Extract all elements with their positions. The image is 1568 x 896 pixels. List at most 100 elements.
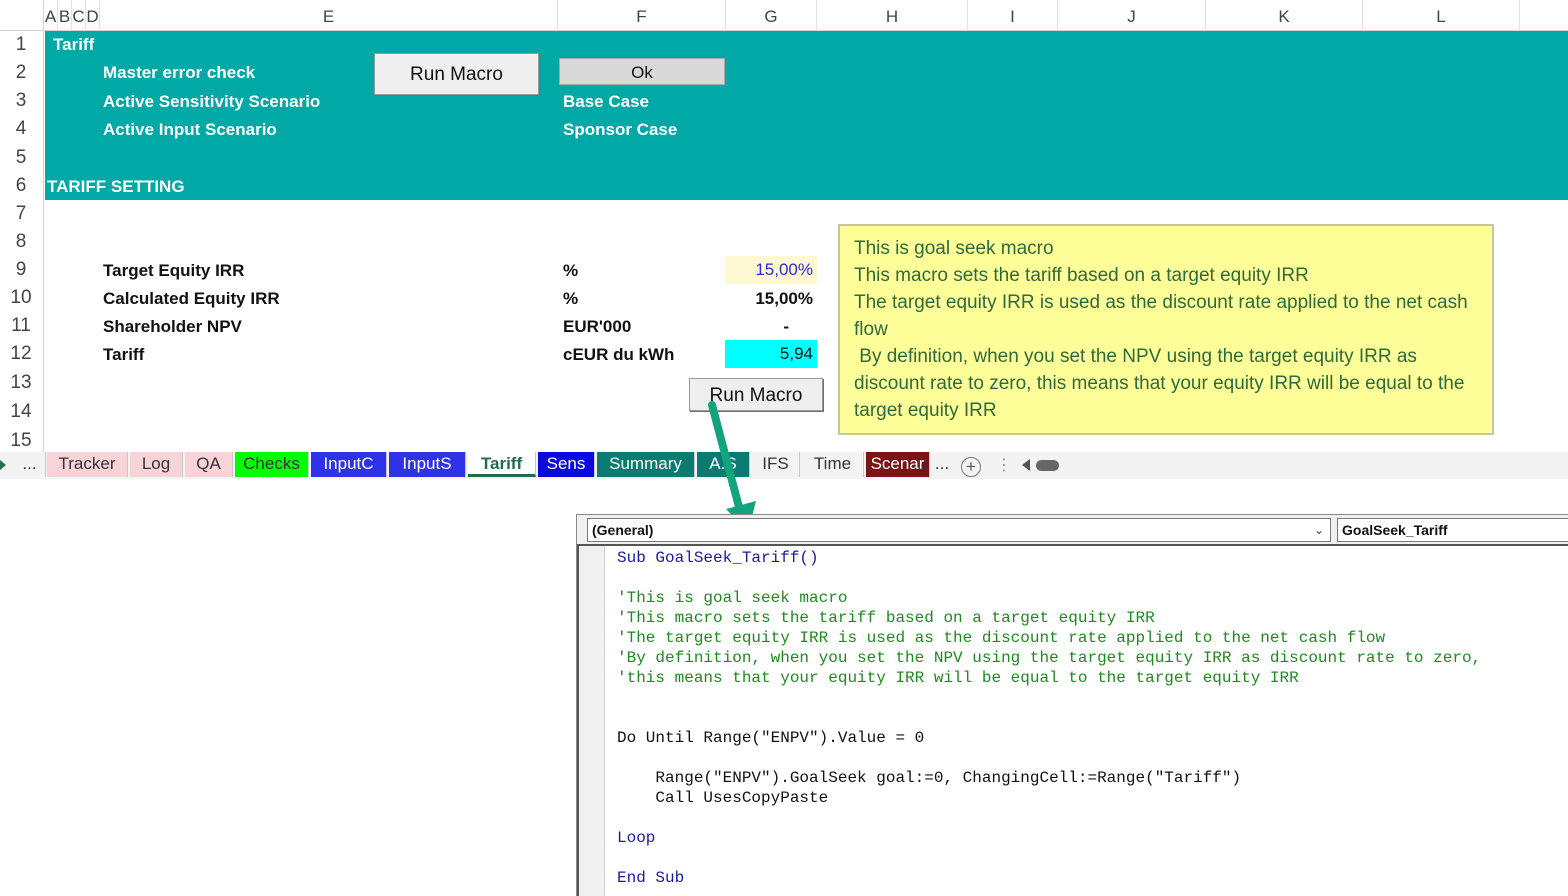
code-line[interactable]: Sub GoalSeek_Tariff(): [617, 548, 1481, 568]
add-sheet-icon[interactable]: +: [961, 457, 981, 477]
sheet-title[interactable]: Tariff: [53, 35, 94, 55]
tab-inputc[interactable]: InputC: [311, 452, 387, 477]
row-header-bar: 1 2 3 4 5 6 7 8 9 10 11 12 13 14 15: [0, 31, 44, 455]
column-header-bar: A B C D E F G H I J K L: [0, 0, 1568, 31]
input-scenario-label[interactable]: Active Input Scenario: [103, 120, 277, 140]
tab-scroll-right-icon[interactable]: [0, 460, 6, 470]
object-combo[interactable]: (General) ⌄: [587, 518, 1331, 542]
more-options-icon[interactable]: ⋮: [996, 455, 1012, 475]
procedure-combo[interactable]: GoalSeek_Tariff: [1337, 518, 1568, 542]
section-title[interactable]: TARIFF SETTING: [47, 177, 185, 197]
run-macro-button[interactable]: Run Macro: [374, 53, 539, 95]
code-line[interactable]: [617, 568, 1481, 588]
code-line[interactable]: [617, 848, 1481, 868]
column-header-k[interactable]: K: [1206, 0, 1363, 31]
tab-sens[interactable]: Sens: [538, 452, 595, 477]
code-line[interactable]: [617, 808, 1481, 828]
code-line[interactable]: Range("ENPV").GoalSeek goal:=0, Changing…: [617, 768, 1481, 788]
code-pane[interactable]: Sub GoalSeek_Tariff() 'This is goal seek…: [577, 544, 1568, 896]
sensitivity-scenario-value[interactable]: Base Case: [563, 92, 649, 112]
note-line: The target equity IRR is used as the dis…: [854, 292, 1473, 340]
shareholder-npv-value[interactable]: -: [725, 313, 817, 341]
tab-more-right[interactable]: ...: [930, 452, 954, 477]
row-header[interactable]: 7: [0, 203, 42, 225]
tab-summary[interactable]: Summary: [597, 452, 695, 477]
code-line[interactable]: Loop: [617, 828, 1481, 848]
code-margin[interactable]: [579, 546, 605, 896]
note-line: This is goal seek macro: [854, 238, 1054, 259]
row-header[interactable]: 15: [0, 430, 42, 452]
code-line[interactable]: [617, 748, 1481, 768]
code-line[interactable]: Do Until Range("ENPV").Value = 0: [617, 728, 1481, 748]
row-header[interactable]: 5: [0, 147, 42, 169]
row-header[interactable]: 6: [0, 175, 42, 197]
tab-checks[interactable]: Checks: [235, 452, 309, 477]
tab-inputs[interactable]: InputS: [389, 452, 466, 477]
row-header[interactable]: 2: [0, 62, 42, 84]
code-line[interactable]: End Sub: [617, 868, 1481, 888]
row-header[interactable]: 14: [0, 401, 42, 423]
note-textbox[interactable]: This is goal seek macro This macro sets …: [838, 224, 1494, 435]
tab-log[interactable]: Log: [130, 452, 183, 477]
target-irr-input[interactable]: 15,00%: [725, 256, 817, 284]
row-header[interactable]: 12: [0, 343, 42, 365]
tab-more-left[interactable]: ...: [14, 452, 46, 477]
chevron-down-icon[interactable]: ⌄: [1314, 519, 1324, 541]
row-header[interactable]: 4: [0, 118, 42, 140]
procedure-combo-value: GoalSeek_Tariff: [1342, 522, 1448, 538]
shareholder-npv-label[interactable]: Shareholder NPV: [103, 317, 242, 337]
calculated-irr-unit[interactable]: %: [563, 289, 578, 309]
code-line[interactable]: 'By definition, when you set the NPV usi…: [617, 648, 1481, 668]
tariff-value[interactable]: 5,94: [725, 340, 817, 368]
header-band: [45, 31, 1568, 200]
calculated-irr-value[interactable]: 15,00%: [725, 285, 817, 313]
column-header-c[interactable]: C: [72, 0, 86, 31]
master-error-label[interactable]: Master error check: [103, 63, 255, 83]
target-irr-unit[interactable]: %: [563, 261, 578, 281]
row-header[interactable]: 11: [0, 315, 42, 337]
tab-tariff[interactable]: Tariff: [468, 452, 536, 477]
target-irr-label[interactable]: Target Equity IRR: [103, 261, 244, 281]
column-header-a[interactable]: A: [44, 0, 58, 31]
tariff-label[interactable]: Tariff: [103, 345, 144, 365]
sensitivity-scenario-label[interactable]: Active Sensitivity Scenario: [103, 92, 320, 112]
column-header-j[interactable]: J: [1058, 0, 1206, 31]
tariff-unit[interactable]: cEUR du kWh: [563, 345, 674, 365]
row-header[interactable]: 9: [0, 259, 42, 281]
row-header[interactable]: 3: [0, 90, 42, 112]
object-combo-value: (General): [592, 522, 654, 538]
row-header[interactable]: 8: [0, 231, 42, 253]
code-line[interactable]: 'The target equity IRR is used as the di…: [617, 628, 1481, 648]
code-line[interactable]: [617, 708, 1481, 728]
master-error-value[interactable]: Ok: [559, 58, 725, 85]
row-header[interactable]: 10: [0, 287, 42, 309]
code-line[interactable]: [617, 688, 1481, 708]
note-line: This macro sets the tariff based on a ta…: [854, 265, 1309, 286]
column-header-f[interactable]: F: [558, 0, 726, 31]
code-line[interactable]: 'this means that your equity IRR will be…: [617, 668, 1481, 688]
column-header-e[interactable]: E: [100, 0, 558, 31]
code-line[interactable]: Call UsesCopyPaste: [617, 788, 1481, 808]
tab-qa[interactable]: QA: [185, 452, 233, 477]
row-header[interactable]: 13: [0, 372, 42, 394]
horizontal-scroll-thumb[interactable]: [1036, 460, 1059, 471]
column-header-l[interactable]: L: [1363, 0, 1520, 31]
vba-editor-window: (General) ⌄ GoalSeek_Tariff Sub GoalSeek…: [576, 514, 1568, 896]
row-header[interactable]: 1: [0, 34, 42, 56]
column-header-g[interactable]: G: [726, 0, 817, 31]
select-all-corner[interactable]: [0, 0, 44, 31]
calculated-irr-label[interactable]: Calculated Equity IRR: [103, 289, 280, 309]
code-line[interactable]: 'This is goal seek macro: [617, 588, 1481, 608]
npv-unit[interactable]: EUR'000: [563, 317, 631, 337]
column-header-b[interactable]: B: [58, 0, 72, 31]
tab-scenar[interactable]: Scenar: [866, 452, 930, 477]
code-text[interactable]: Sub GoalSeek_Tariff() 'This is goal seek…: [617, 548, 1481, 888]
tab-time[interactable]: Time: [802, 452, 864, 477]
input-scenario-value[interactable]: Sponsor Case: [563, 120, 677, 140]
column-header-h[interactable]: H: [817, 0, 968, 31]
code-line[interactable]: 'This macro sets the tariff based on a t…: [617, 608, 1481, 628]
column-header-i[interactable]: I: [968, 0, 1058, 31]
scroll-left-icon[interactable]: [1022, 459, 1030, 471]
column-header-d[interactable]: D: [86, 0, 100, 31]
tab-tracker[interactable]: Tracker: [47, 452, 128, 477]
